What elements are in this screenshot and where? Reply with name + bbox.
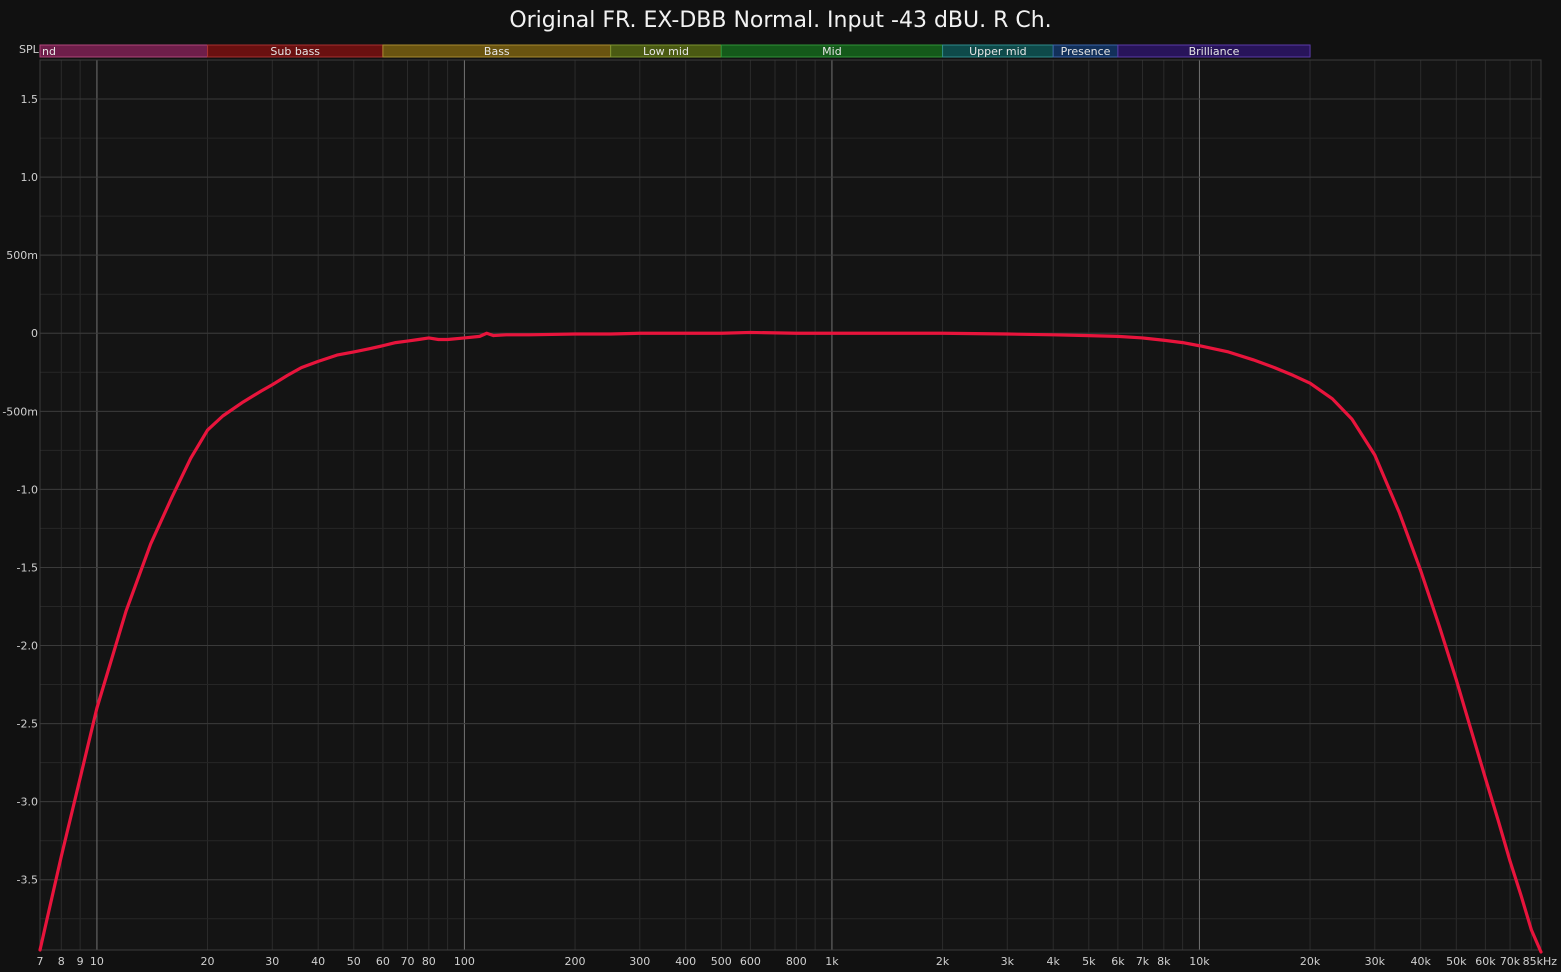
x-tick-label: 800 — [786, 955, 807, 968]
y-tick-label: 0 — [31, 327, 38, 340]
x-tick-label: 7 — [37, 955, 44, 968]
x-tick-label: 70 — [401, 955, 415, 968]
plot-background — [40, 60, 1541, 950]
x-tick-label: 7k — [1136, 955, 1150, 968]
band-label: nd — [42, 45, 56, 58]
x-tick-label: 85kHz — [1523, 955, 1558, 968]
frequency-response-chart: nd Sub bass Bass Low mid Mid Upper mid Presenc… — [2, 43, 1558, 968]
band-segment — [39, 44, 209, 58]
y-tick-label: -3.0 — [17, 796, 38, 809]
x-tick-label: 60 — [376, 955, 390, 968]
band-label: Upper mid — [969, 45, 1027, 58]
x-tick-label: 400 — [675, 955, 696, 968]
y-tick-label: -2.0 — [17, 640, 38, 653]
y-tick-label: -500m — [2, 405, 38, 418]
y-axis-ticks: 1.5 1.0 500m 0 -500m -1.0 -1.5 -2.0 -2.5 -3.0 -3.5 — [2, 93, 38, 887]
x-tick-label: 3k — [1001, 955, 1015, 968]
x-tick-label: 600 — [740, 955, 761, 968]
x-tick-label: 30 — [265, 955, 279, 968]
x-tick-label: 300 — [629, 955, 650, 968]
band-label: Presence — [1061, 45, 1111, 58]
x-tick-label: 70k — [1500, 955, 1521, 968]
x-tick-label: 100 — [454, 955, 475, 968]
y-tick-label: -1.5 — [17, 561, 38, 574]
x-tick-label: 80 — [422, 955, 436, 968]
x-tick-label: 500 — [711, 955, 732, 968]
x-tick-label: 40 — [311, 955, 325, 968]
y-tick-label: 1.5 — [21, 93, 39, 106]
y-tick-label: -3.5 — [17, 874, 38, 887]
y-axis-label: SPL — [19, 43, 40, 56]
x-tick-label: 1k — [825, 955, 839, 968]
x-tick-label: 200 — [565, 955, 586, 968]
x-tick-label: 20 — [201, 955, 215, 968]
y-tick-label: 1.0 — [21, 171, 39, 184]
x-tick-label: 8k — [1157, 955, 1171, 968]
x-tick-label: 50 — [347, 955, 361, 968]
band-label: Mid — [822, 45, 842, 58]
x-tick-label: 5k — [1082, 955, 1096, 968]
x-axis-ticks: 7 8 9 10 20 30 40 50 60 70 80 100 200 300 400 500 600 800… — [37, 955, 1558, 968]
frequency-band-strip: nd Sub bass Bass Low mid Mid Upper mid Presenc… — [39, 44, 1311, 58]
x-tick-label: 2k — [936, 955, 950, 968]
x-tick-label: 10k — [1189, 955, 1210, 968]
band-label: Brilliance — [1189, 45, 1240, 58]
x-tick-label: 40k — [1411, 955, 1432, 968]
x-tick-label: 10 — [90, 955, 104, 968]
x-tick-label: 8 — [58, 955, 65, 968]
x-tick-label: 50k — [1446, 955, 1467, 968]
band-label: Bass — [484, 45, 510, 58]
x-tick-label: 30k — [1365, 955, 1386, 968]
y-tick-label: -2.5 — [17, 718, 38, 731]
x-tick-label: 4k — [1047, 955, 1061, 968]
y-tick-label: 500m — [6, 249, 38, 262]
x-tick-label: 6k — [1111, 955, 1125, 968]
band-label: Low mid — [643, 45, 689, 58]
x-tick-label: 60k — [1475, 955, 1496, 968]
band-label: Sub bass — [270, 45, 320, 58]
x-tick-label: 9 — [77, 955, 84, 968]
x-tick-label: 20k — [1300, 955, 1321, 968]
y-tick-label: -1.0 — [17, 483, 38, 496]
